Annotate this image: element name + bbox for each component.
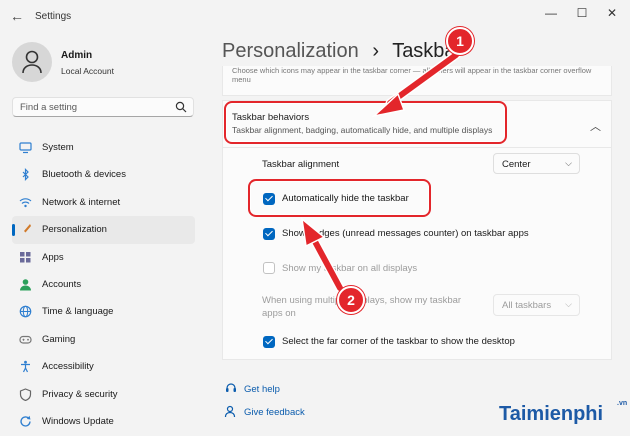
annotation-arrows (300, 50, 461, 293)
arrow-two-icon (300, 217, 345, 293)
annotation-badge-two: 2 (337, 286, 365, 314)
watermark-suffix: .vn (617, 400, 628, 407)
watermark-logo: Taimienphi .vn (499, 400, 627, 426)
annotation-badge-one: 1 (446, 27, 474, 55)
watermark-brand: Taimienphi (499, 403, 604, 425)
arrow-one-icon (371, 50, 461, 118)
